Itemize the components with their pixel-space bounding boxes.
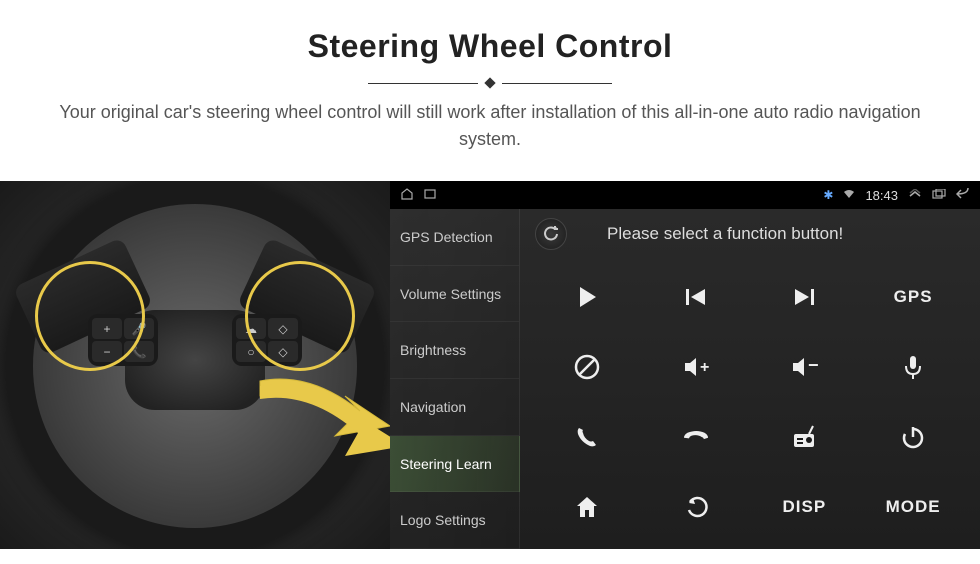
prev-track-button[interactable] — [644, 264, 748, 329]
mode-button[interactable]: MODE — [861, 474, 965, 539]
refresh-button[interactable] — [535, 218, 567, 250]
function-grid: GPS + − — [520, 259, 980, 549]
arrow-icon — [250, 361, 390, 491]
bluetooth-icon: ✱ — [823, 188, 833, 202]
highlight-circle-right — [245, 261, 355, 371]
recent-icon[interactable] — [424, 189, 436, 202]
divider — [20, 79, 960, 87]
window-icon[interactable] — [932, 189, 946, 202]
page-title: Steering Wheel Control — [20, 28, 960, 65]
gps-button[interactable]: GPS — [861, 264, 965, 329]
wifi-icon — [843, 189, 855, 202]
clock-time: 18:43 — [865, 188, 898, 203]
end-call-button[interactable] — [644, 404, 748, 469]
svg-text:−: − — [808, 355, 819, 375]
steering-wheel-photo: + 🎤 − 📞 ☁ ◇ ○ ◇ — [0, 181, 390, 549]
sidebar-item-navigation[interactable]: Navigation — [390, 379, 520, 436]
mute-button[interactable] — [535, 334, 639, 399]
mic-button[interactable] — [861, 334, 965, 399]
sidebar-item-gps-detection[interactable]: GPS Detection — [390, 209, 520, 266]
highlight-circle-left — [35, 261, 145, 371]
home-button[interactable] — [535, 474, 639, 539]
svg-text:+: + — [700, 359, 709, 376]
settings-sidebar: GPS Detection Volume Settings Brightness… — [390, 209, 520, 549]
power-button[interactable] — [861, 404, 965, 469]
main-content: + 🎤 − 📞 ☁ ◇ ○ ◇ — [0, 181, 980, 549]
home-icon[interactable] — [400, 188, 414, 203]
radio-button[interactable] — [753, 404, 857, 469]
content-header: Please select a function button! — [520, 209, 980, 259]
play-button[interactable] — [535, 264, 639, 329]
volume-down-button[interactable]: − — [753, 334, 857, 399]
settings-content: Please select a function button! GPS — [520, 209, 980, 549]
volume-up-button[interactable]: + — [644, 334, 748, 399]
settings-body: GPS Detection Volume Settings Brightness… — [390, 209, 980, 549]
android-status-bar: ✱ 18:43 — [390, 181, 980, 209]
sidebar-item-volume-settings[interactable]: Volume Settings — [390, 266, 520, 323]
back-icon[interactable] — [956, 188, 970, 203]
next-track-button[interactable] — [753, 264, 857, 329]
head-unit-screen: ✱ 18:43 GPS Detection Volume Settin — [390, 181, 980, 549]
sidebar-item-logo-settings[interactable]: Logo Settings — [390, 492, 520, 549]
answer-call-button[interactable] — [535, 404, 639, 469]
instruction-text: Please select a function button! — [607, 224, 843, 244]
expand-icon[interactable] — [908, 189, 922, 202]
header: Steering Wheel Control Your original car… — [0, 0, 980, 163]
page-subtitle: Your original car's steering wheel contr… — [50, 99, 930, 153]
sidebar-item-steering-learn[interactable]: Steering Learn — [390, 436, 520, 493]
sidebar-item-brightness[interactable]: Brightness — [390, 322, 520, 379]
back-button[interactable] — [644, 474, 748, 539]
disp-button[interactable]: DISP — [753, 474, 857, 539]
